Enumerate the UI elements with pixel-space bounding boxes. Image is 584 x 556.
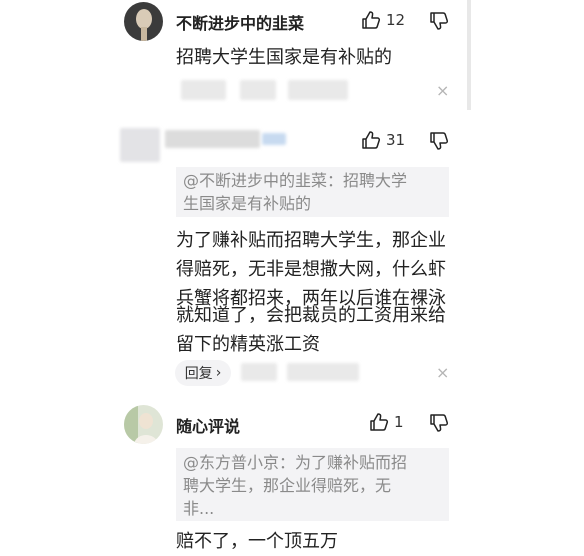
quote-text: 生国家是有补贴的 (183, 194, 312, 213)
avatar[interactable] (124, 2, 163, 41)
comment-text: 留下的精英涨工资 (176, 334, 320, 355)
quote-text: 聘大学生，那企业得赔死，无 (183, 476, 392, 495)
blurred-meta (287, 363, 359, 381)
scrollbar[interactable] (467, 0, 471, 110)
close-icon[interactable]: × (436, 365, 449, 381)
like-count: 1 (394, 413, 404, 431)
blurred-avatar (120, 128, 160, 162)
blurred-meta (241, 363, 277, 381)
chevron-right-icon: › (215, 365, 222, 381)
blurred-meta (240, 80, 276, 100)
close-icon[interactable]: × (436, 83, 449, 99)
comment-text: 赔不了，一个顶五万 (176, 531, 338, 552)
blurred-meta (181, 80, 226, 100)
thumbs-up-icon[interactable] (369, 412, 389, 432)
blurred-meta (288, 80, 348, 100)
blurred-username (262, 133, 286, 145)
like-count: 31 (386, 131, 406, 149)
comment-text: 得赔死，无非是想撒大网，什么虾 (176, 259, 446, 280)
comment-text: 招聘大学生国家是有补贴的 (176, 47, 392, 68)
thumbs-up-icon[interactable] (361, 10, 381, 30)
quote-text: @东方普小京：为了赚补贴而招 (183, 453, 408, 472)
thumbs-down-icon[interactable] (429, 11, 449, 31)
thumbs-up-icon[interactable] (361, 130, 381, 150)
thumbs-down-icon[interactable] (429, 131, 449, 151)
username[interactable]: 随心评说 (176, 413, 240, 437)
comment-text: 为了赚补贴而招聘大学生，那企业 (176, 230, 446, 251)
reply-label: 回复 (184, 366, 213, 382)
thumbs-down-icon[interactable] (429, 413, 449, 433)
like-count: 12 (386, 11, 406, 29)
quote-text: @不断进步中的韭菜：招聘大学 (183, 171, 408, 190)
username[interactable]: 不断进步中的韭菜 (176, 10, 304, 34)
reply-button[interactable]: 回复 › (175, 360, 231, 386)
comment-text: 就知道了，会把裁员的工资用来给 (176, 305, 446, 326)
blurred-username (165, 130, 260, 148)
quote-text: 非... (183, 499, 215, 518)
avatar[interactable] (124, 405, 163, 444)
